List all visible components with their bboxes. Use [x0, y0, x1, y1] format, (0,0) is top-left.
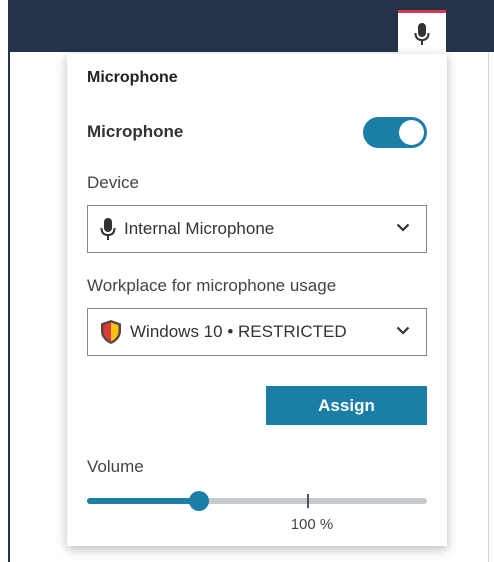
shield-icon: [101, 320, 121, 344]
device-select-value: Internal Microphone: [124, 219, 275, 238]
chevron-down-icon: [396, 326, 410, 335]
workplace-label: Workplace for microphone usage: [87, 276, 337, 295]
chevron-down-icon: [396, 223, 410, 232]
workplace-select[interactable]: Windows 10 • RESTRICTED: [87, 308, 427, 356]
device-select[interactable]: Internal Microphone: [87, 205, 427, 253]
microphone-toggle[interactable]: [363, 117, 427, 148]
workplace-select-value: Windows 10 • RESTRICTED: [130, 322, 347, 341]
microphone-panel: Microphone Microphone Device Internal Mi…: [67, 54, 447, 546]
volume-slider[interactable]: [87, 489, 427, 513]
right-divider: [488, 52, 489, 562]
microphone-icon: [100, 218, 116, 240]
volume-slider-tick: [307, 494, 309, 508]
volume-slider-fill: [87, 498, 200, 504]
device-label: Device: [87, 173, 139, 192]
volume-tick-label: 100 %: [290, 516, 334, 533]
microphone-toggle-label: Microphone: [87, 122, 184, 141]
microphone-toolbar-button[interactable]: [398, 10, 446, 54]
panel-title: Microphone: [87, 69, 178, 86]
volume-label: Volume: [87, 457, 144, 476]
microphone-icon: [414, 22, 430, 45]
assign-button[interactable]: Assign: [266, 386, 427, 425]
toggle-knob: [399, 120, 424, 145]
left-divider: [8, 52, 10, 562]
volume-slider-thumb[interactable]: [189, 491, 210, 511]
